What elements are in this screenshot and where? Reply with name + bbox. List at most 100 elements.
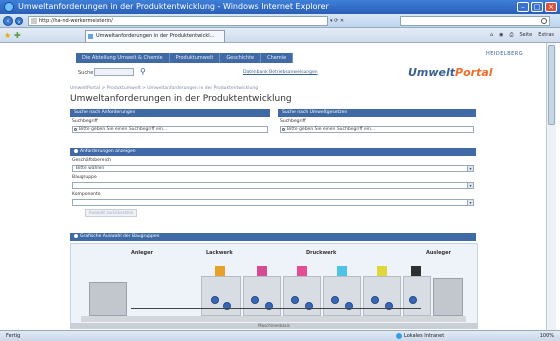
field2-label: Baugruppe bbox=[72, 175, 97, 180]
left-search-header: Suche nach Anforderungen bbox=[70, 109, 270, 117]
page-title: Umweltanforderungen in der Produktentwic… bbox=[70, 94, 292, 104]
ink-fountain bbox=[377, 266, 387, 276]
print-unit-1[interactable] bbox=[243, 276, 281, 316]
title-bar: Umweltanforderungen in der Produktentwic… bbox=[0, 0, 560, 14]
status-text: Fertig bbox=[6, 333, 21, 339]
browser-window: Umweltanforderungen in der Produktentwic… bbox=[0, 0, 560, 341]
print-unit-2[interactable] bbox=[283, 276, 321, 316]
add-favorite-icon[interactable]: ✚ bbox=[14, 31, 21, 40]
ink-fountain bbox=[337, 266, 347, 276]
refresh-icon[interactable]: ⟳ bbox=[334, 18, 338, 24]
umwelt-portal-logo: UmweltPortal bbox=[408, 66, 493, 79]
site-search-input[interactable] bbox=[94, 68, 134, 76]
site-nav-item[interactable]: Chemie bbox=[261, 53, 294, 63]
print-unit-4[interactable] bbox=[363, 276, 401, 316]
cylinder bbox=[371, 296, 379, 304]
paper-path bbox=[131, 308, 421, 309]
stage-label-lackwerk[interactable]: Lackwerk bbox=[206, 250, 233, 256]
site-nav-item[interactable]: Die Abteilung Umwelt & Chemie bbox=[76, 53, 170, 63]
tab-bar: ★ ✚ Umweltanforderungen in der Produkten… bbox=[0, 28, 560, 43]
delivery-unit[interactable] bbox=[433, 278, 463, 316]
filter-header: Anforderungen anzeigen bbox=[70, 148, 476, 156]
machine-base bbox=[81, 316, 466, 322]
tab-label: Umweltanforderungen in der Produktentwic… bbox=[96, 33, 215, 39]
page-favicon-icon bbox=[31, 18, 37, 24]
site-search-icon[interactable]: ⚲ bbox=[140, 67, 146, 76]
bullet-icon bbox=[74, 148, 78, 153]
left-search-input[interactable]: Bitte geben Sie einen Suchbegriff ein... bbox=[72, 126, 268, 133]
press-diagram[interactable]: Anleger Lackwerk Druckwerk Ausleger bbox=[70, 243, 478, 329]
tab-active[interactable]: Umweltanforderungen in der Produktentwic… bbox=[85, 30, 225, 42]
site-search-label: Suche bbox=[78, 70, 94, 76]
breadcrumb[interactable]: UmweltPortal > Produktumwelt > Umweltanf… bbox=[70, 86, 258, 91]
back-button[interactable]: ‹ bbox=[3, 16, 13, 26]
dropdown-icon[interactable]: ▾ bbox=[330, 18, 333, 24]
chevron-down-icon: ▾ bbox=[467, 166, 473, 171]
vertical-scrollbar[interactable] bbox=[546, 43, 556, 330]
print-unit-5[interactable] bbox=[403, 276, 431, 316]
bullet-icon bbox=[74, 233, 78, 238]
address-input[interactable]: http://ha-nd-werkermeisterin/ bbox=[28, 16, 328, 26]
heidelberg-logo: HEIDELBERG bbox=[486, 51, 524, 57]
stage-label-ausleger[interactable]: Ausleger bbox=[426, 250, 451, 256]
search-icon bbox=[74, 128, 77, 131]
page-content: Die Abteilung Umwelt & Chemie Produktumw… bbox=[0, 43, 560, 330]
globe-icon bbox=[396, 333, 402, 339]
stop-icon[interactable]: ✕ bbox=[340, 18, 344, 24]
machine-base-label[interactable]: Maschinenbasis bbox=[70, 323, 478, 329]
security-zone[interactable]: Lokales Intranet bbox=[396, 331, 444, 341]
chevron-down-icon: ▾ bbox=[467, 200, 473, 205]
address-url: http://ha-nd-werkermeisterin/ bbox=[39, 18, 113, 24]
feeder-unit[interactable] bbox=[89, 282, 127, 316]
cylinder bbox=[251, 296, 259, 304]
print-unit-3[interactable] bbox=[323, 276, 361, 316]
geschaeftsbereich-select[interactable]: Bitte wählen ▾ bbox=[72, 165, 474, 172]
cylinder bbox=[291, 296, 299, 304]
close-button[interactable]: × bbox=[545, 2, 557, 12]
scrollbar-thumb[interactable] bbox=[548, 45, 555, 125]
site-nav: Die Abteilung Umwelt & Chemie Produktumw… bbox=[76, 53, 294, 63]
right-search-header: Suche nach Umweltgesetzen bbox=[278, 109, 476, 117]
address-tools: ▾ ⟳ ✕ bbox=[330, 16, 344, 26]
komponente-select[interactable]: ▾ bbox=[72, 199, 474, 206]
maximize-button[interactable]: □ bbox=[531, 2, 543, 12]
diagram-header: Grafische Auswahl der Baugruppen bbox=[70, 233, 476, 241]
ie-logo-icon bbox=[4, 2, 14, 12]
search-icon[interactable] bbox=[541, 18, 547, 24]
database-link[interactable]: Datenbank Betriebsanweisungen bbox=[243, 70, 318, 75]
site-nav-item[interactable]: Produktumwelt bbox=[170, 53, 221, 63]
forward-button[interactable]: › bbox=[15, 17, 23, 26]
address-toolbar: ‹ › http://ha-nd-werkermeisterin/ ▾ ⟳ ✕ bbox=[0, 14, 560, 28]
ink-fountain bbox=[297, 266, 307, 276]
window-controls: – □ × bbox=[517, 2, 557, 12]
stage-label-anleger[interactable]: Anleger bbox=[131, 250, 153, 256]
baugruppe-select[interactable]: ▾ bbox=[72, 182, 474, 189]
coating-unit[interactable] bbox=[201, 276, 241, 316]
cylinder bbox=[331, 296, 339, 304]
zoom-level[interactable]: 100% bbox=[540, 331, 554, 341]
field3-label: Komponente bbox=[72, 192, 101, 197]
site-header: Die Abteilung Umwelt & Chemie Produktumw… bbox=[68, 51, 493, 91]
feeds-icon[interactable]: ◉ bbox=[499, 31, 503, 40]
cylinder bbox=[211, 296, 219, 304]
left-search-label: Suchbegriff bbox=[72, 119, 98, 124]
search-input[interactable] bbox=[400, 16, 550, 26]
cylinder bbox=[409, 296, 417, 304]
page-menu[interactable]: Seite bbox=[520, 31, 533, 40]
favorites-star-icon[interactable]: ★ bbox=[4, 31, 11, 40]
home-icon[interactable]: ⌂ bbox=[490, 31, 493, 40]
ink-fountain bbox=[411, 266, 421, 276]
right-search-label: Suchbegriff bbox=[280, 119, 306, 124]
stage-label-druckwerk[interactable]: Druckwerk bbox=[306, 250, 336, 256]
tab-favicon-icon bbox=[88, 34, 93, 39]
window-title: Umweltanforderungen in der Produktentwic… bbox=[18, 2, 329, 11]
extras-menu[interactable]: Extras bbox=[538, 31, 554, 40]
right-search-input[interactable]: Bitte geben Sie einen Suchbegriff ein... bbox=[280, 126, 474, 133]
site-nav-item[interactable]: Geschichte bbox=[220, 53, 262, 63]
search-icon bbox=[282, 128, 285, 131]
status-bar: Fertig Lokales Intranet 100% bbox=[0, 330, 560, 341]
print-icon[interactable]: ⎙ bbox=[509, 31, 513, 40]
reset-button[interactable]: Auswahl zurücksetzen bbox=[85, 209, 137, 217]
ink-fountain bbox=[215, 266, 225, 276]
minimize-button[interactable]: – bbox=[517, 2, 529, 12]
